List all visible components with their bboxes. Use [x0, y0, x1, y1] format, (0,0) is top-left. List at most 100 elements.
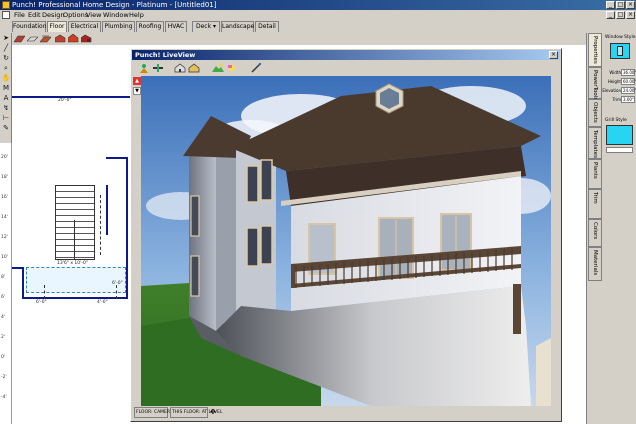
zoom-icon[interactable]: ⌕ — [1, 64, 11, 73]
tab-electrical[interactable]: Electrical — [68, 21, 101, 32]
liveview-title-bar[interactable]: Punch! LiveView × — [132, 50, 560, 60]
ruler-label: 8' — [1, 275, 6, 280]
fly-mode-icon[interactable] — [152, 63, 164, 73]
tab-hvac[interactable]: HVAC — [165, 21, 187, 32]
liveview-status-bar: FLOOR: CAMERA THIS FLOOR: AT LEVEL ✥ — [132, 406, 560, 420]
room-dimension-label: 13'6" x 10'-0" — [57, 261, 88, 266]
dim-label-a: 6'-0" — [36, 300, 47, 305]
tab-foundation[interactable]: Foundation — [12, 21, 47, 32]
liveview-window[interactable]: Punch! LiveView × ▲ ▼ FLOOR: CAMERA THIS… — [130, 48, 562, 422]
tab-trim[interactable]: Trim — [588, 189, 602, 219]
slab-tool-icon[interactable] — [27, 34, 38, 43]
align-icon[interactable]: ⊢ — [1, 114, 11, 123]
liveview-close-button[interactable]: × — [549, 51, 558, 59]
railing-tool-icon[interactable] — [40, 34, 51, 43]
liveview-title: Punch! LiveView — [135, 51, 196, 59]
staircase[interactable] — [55, 185, 95, 260]
tab-powertools[interactable]: PowerTools — [588, 67, 602, 100]
right-tab-strip: Properties PowerTools Objects Templates … — [586, 33, 603, 424]
doc-close-button[interactable]: × — [626, 11, 635, 19]
camera-floor-selector[interactable]: FLOOR: CAMERA — [134, 407, 173, 418]
ruler-label: 20' — [1, 155, 8, 160]
select-arrow-icon[interactable]: ➤ — [1, 34, 11, 43]
maximize-button[interactable]: □ — [616, 1, 625, 9]
ruler-label: 2' — [1, 335, 6, 340]
ruler-label: 0' — [1, 355, 6, 360]
render-view-icon[interactable] — [188, 63, 200, 73]
height-field[interactable]: Height 60.00" — [604, 78, 636, 86]
ruler-label: -4' — [1, 395, 7, 400]
wall-tool-icon[interactable] — [14, 34, 25, 43]
top-dimension-label: 20'-0" — [58, 98, 72, 103]
walk-mode-icon[interactable] — [138, 63, 150, 73]
house-view-icon[interactable] — [174, 63, 186, 73]
measure-icon[interactable]: M — [1, 84, 11, 93]
close-button[interactable]: × — [626, 1, 635, 9]
tab-detail[interactable]: Detail — [255, 21, 279, 32]
tab-landscape[interactable]: Landscape — [221, 21, 254, 32]
status-camera-label: FLOOR: CAMERA — [136, 410, 173, 415]
roof-room-tool-icon[interactable] — [68, 34, 79, 43]
tab-materials[interactable]: Materials — [588, 247, 602, 281]
minimize-button[interactable]: _ — [606, 1, 615, 9]
ruler-label: 12' — [1, 235, 8, 240]
tab-plumbing[interactable]: Plumbing — [102, 21, 135, 32]
line-tool-icon[interactable]: ╱ — [1, 44, 11, 53]
left-tool-palette: ➤ ╱ ↻ ⌕ ✋ M A ↯ ⊢ ✎ — [0, 33, 12, 143]
stairs-tool-icon[interactable] — [81, 34, 92, 43]
level-selector[interactable]: THIS FLOOR: AT LEVEL — [170, 407, 222, 418]
tab-deck[interactable]: Deck ▾ — [192, 21, 220, 32]
width-field[interactable]: Width 36.00" — [604, 69, 636, 77]
elevation-field[interactable]: Elevation 24.00" — [602, 87, 636, 95]
trim-field[interactable]: Trim 3.00" — [604, 96, 635, 104]
doc-minimize-button[interactable]: _ — [606, 11, 615, 19]
pan-hand-icon[interactable]: ✋ — [1, 74, 11, 83]
vertical-ruler: 20' 18' 16' 14' 12' 10' 8' 6' 4' 2' 0' -2' -4' — [0, 143, 12, 424]
tab-properties[interactable]: Properties — [588, 33, 602, 67]
doc-restore-button[interactable]: □ — [616, 11, 625, 19]
window-title: Punch! Professional Home Design - Platin… — [12, 1, 217, 9]
menu-view[interactable]: View — [86, 10, 101, 20]
menu-edit[interactable]: Edit — [28, 10, 41, 20]
menu-help[interactable]: Help — [129, 10, 144, 20]
design-tab-bar: Foundation Floor Electrical Plumbing Roo… — [12, 21, 582, 32]
ruler-label: 16' — [1, 195, 8, 200]
menu-bar: File Edit Design Options View Window Hel… — [0, 10, 636, 20]
3d-rendered-view[interactable] — [141, 76, 551, 406]
window-style-preview[interactable] — [610, 43, 630, 59]
tab-objects[interactable]: Objects — [588, 99, 602, 127]
lighting-icon[interactable] — [226, 63, 238, 73]
grill-style-preview[interactable] — [606, 125, 633, 145]
ruler-label: 18' — [1, 175, 8, 180]
document-icon[interactable] — [2, 11, 10, 19]
menu-file[interactable]: File — [14, 10, 25, 20]
floor-tools-row — [12, 33, 132, 45]
dimension-icon[interactable]: ↯ — [1, 104, 11, 113]
grill-style-label: Grill Style — [605, 118, 627, 123]
liveview-nav-arrows[interactable]: ▲ ▼ — [133, 77, 141, 107]
menu-window[interactable]: Window — [103, 10, 129, 20]
tab-plants[interactable]: Plants — [588, 159, 602, 189]
house-render — [141, 76, 551, 406]
move-cross-icon[interactable]: ✥ — [210, 408, 220, 417]
tab-colors[interactable]: Colors — [588, 219, 602, 247]
menu-design[interactable]: Design — [42, 10, 64, 20]
rotate-icon[interactable]: ↻ — [1, 54, 11, 63]
tab-roofing[interactable]: Roofing — [136, 21, 164, 32]
pencil-icon[interactable]: ✎ — [1, 124, 11, 133]
terrain-icon[interactable] — [212, 63, 224, 73]
app-title-bar: Punch! Professional Home Design - Platin… — [0, 0, 636, 10]
ruler-label: -2' — [1, 375, 7, 380]
ruler-label: 10' — [1, 255, 8, 260]
tab-templates[interactable]: Templates — [588, 127, 602, 159]
tab-floor[interactable]: Floor — [47, 21, 67, 32]
grill-style-dropdown[interactable] — [606, 147, 633, 153]
brush-icon[interactable] — [250, 63, 262, 73]
nav-down-icon[interactable]: ▼ — [133, 87, 141, 95]
menu-options[interactable]: Options — [63, 10, 88, 20]
nav-up-icon[interactable]: ▲ — [133, 77, 141, 85]
dim-label-c: 6'-0" — [112, 281, 123, 286]
room-tool-icon[interactable] — [55, 34, 66, 43]
dim-label-b: 4'-0" — [97, 300, 108, 305]
text-tool-icon[interactable]: A — [1, 94, 11, 103]
